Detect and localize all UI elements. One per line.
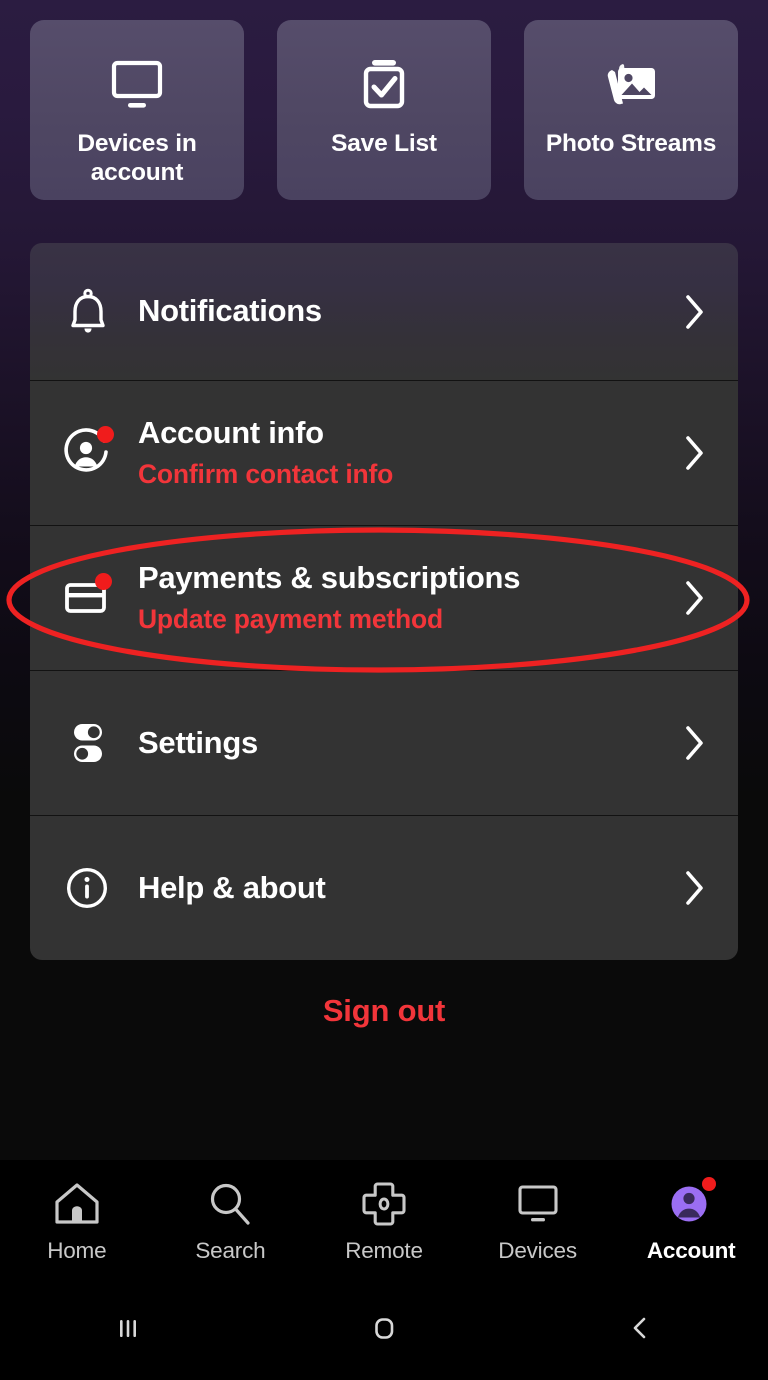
menu-row-text: Help & about — [138, 870, 678, 907]
menu-row-title: Account info — [138, 415, 324, 451]
menu-row-text: Payments & subscriptions Update payment … — [138, 560, 678, 635]
menu-row-settings[interactable]: Settings — [30, 670, 738, 815]
tab-label: Remote — [345, 1237, 423, 1263]
menu-row-text: Account info Confirm contact info — [138, 415, 678, 490]
menu-row-notifications[interactable]: Notifications — [30, 243, 738, 380]
menu-row-payments-subscriptions[interactable]: Payments & subscriptions Update payment … — [30, 525, 738, 670]
tab-devices[interactable]: Devices — [461, 1160, 615, 1280]
back-button[interactable] — [512, 1280, 768, 1380]
account-circle-icon — [60, 425, 116, 481]
photo-stack-icon — [600, 54, 662, 116]
back-chevron-icon — [623, 1311, 657, 1350]
sliders-icon — [60, 715, 116, 771]
menu-row-account-info[interactable]: Account info Confirm contact info — [30, 380, 738, 525]
sign-out-button[interactable]: Sign out — [0, 993, 768, 1029]
monitor-icon — [511, 1177, 565, 1231]
menu-row-text: Settings — [138, 725, 678, 762]
tab-label: Home — [47, 1237, 107, 1263]
tab-account[interactable]: Account — [614, 1160, 768, 1280]
menu-row-text: Notifications — [138, 293, 678, 330]
tab-label: Search — [195, 1237, 266, 1263]
chevron-right-icon — [678, 431, 712, 475]
info-circle-icon — [60, 860, 116, 916]
chevron-right-icon — [678, 866, 712, 910]
bell-icon — [60, 284, 116, 340]
system-navigation-bar — [0, 1280, 768, 1380]
menu-row-help-about[interactable]: Help & about — [30, 815, 738, 960]
menu-row-title: Notifications — [138, 293, 322, 329]
chevron-right-icon — [678, 721, 712, 765]
recents-button[interactable] — [0, 1280, 256, 1380]
menu-row-title: Help & about — [138, 869, 326, 905]
monitor-icon — [106, 54, 168, 116]
bottom-tab-bar: Home Search Remote Devices Account — [0, 1160, 768, 1280]
tab-search[interactable]: Search — [154, 1160, 308, 1280]
notification-badge-dot — [97, 426, 114, 443]
quick-action-devices-in-account[interactable]: Devices in account — [30, 20, 244, 200]
remote-dpad-icon — [357, 1177, 411, 1231]
quick-action-photo-streams[interactable]: Photo Streams — [524, 20, 738, 200]
credit-card-icon — [60, 570, 116, 626]
chevron-right-icon — [678, 290, 712, 334]
recents-icon — [111, 1311, 145, 1350]
notification-badge-dot — [95, 573, 112, 590]
home-button[interactable] — [256, 1280, 512, 1380]
tab-remote[interactable]: Remote — [307, 1160, 461, 1280]
tab-label: Devices — [498, 1237, 577, 1263]
account-menu-list: Notifications Account info Confirm conta… — [30, 243, 738, 960]
home-square-icon — [367, 1311, 401, 1350]
quick-action-save-list[interactable]: Save List — [277, 20, 491, 200]
account-screen: Devices in account Save List Photo Strea… — [0, 0, 768, 1380]
menu-row-subtitle: Confirm contact info — [138, 458, 394, 489]
menu-row-subtitle: Update payment method — [138, 603, 444, 634]
quick-actions-row: Devices in account Save List Photo Strea… — [30, 20, 738, 200]
quick-action-label: Save List — [331, 130, 437, 157]
tab-badge-dot — [702, 1176, 717, 1191]
chevron-right-icon — [678, 576, 712, 620]
menu-row-title: Payments & subscriptions — [138, 560, 521, 596]
clipboard-check-icon — [353, 54, 415, 116]
tab-home[interactable]: Home — [0, 1160, 154, 1280]
quick-action-label: Devices in account — [77, 130, 197, 186]
account-avatar-icon — [664, 1176, 718, 1231]
menu-row-title: Settings — [138, 724, 258, 760]
tab-label: Account — [646, 1237, 736, 1263]
search-icon — [203, 1177, 257, 1231]
quick-action-label: Photo Streams — [545, 130, 717, 157]
home-icon — [50, 1177, 104, 1231]
